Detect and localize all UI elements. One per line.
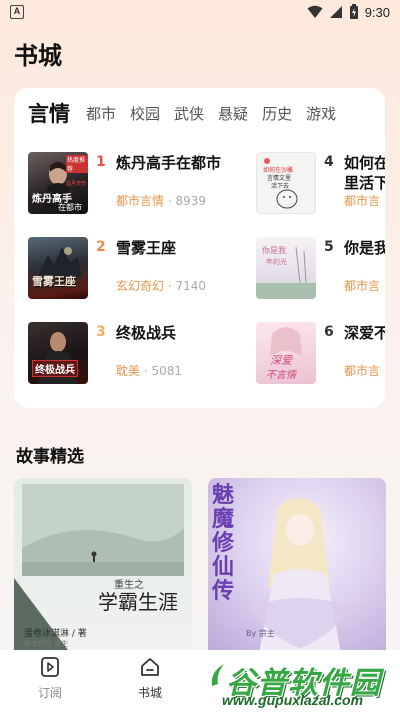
book-title-line2: 里活下 [344, 174, 385, 192]
tab-xiaoyuan[interactable]: 校园 [130, 102, 160, 126]
story-cover: 魅魔修仙传 By 宗主 [208, 478, 386, 658]
book-cover: 你是我 年的光 [256, 237, 316, 299]
tab-yanqing[interactable]: 言情 [28, 102, 70, 126]
story-card[interactable]: 重生之 学霸生涯 蛋卷冰淇淋 / 著 都市情感 重生 [14, 478, 192, 658]
rank-number: 5 [324, 239, 334, 255]
book-title: 终极战兵 [116, 324, 177, 342]
book-item[interactable]: 你是我 年的光 5 你是我 都市言 [256, 237, 385, 299]
rank-number: 3 [96, 324, 106, 340]
tab-dushi[interactable]: 都市 [86, 102, 116, 126]
book-meta: 都市言 [344, 194, 381, 208]
ranking-card: 言情 都市 校园 武侠 悬疑 历史 游戏 热度推荐 炼丹高手 在都市 血月天伤 … [14, 88, 385, 408]
page-title: 书城 [14, 42, 62, 70]
book-title: 你是我 [344, 239, 385, 257]
rank-number: 1 [96, 154, 106, 170]
book-cover: 热度推荐 炼丹高手 在都市 血月天伤 [28, 152, 88, 214]
battery-icon [349, 4, 358, 19]
book-cover: 深爱 不言情 [256, 322, 316, 384]
book-cover: 雪雾王座 [28, 237, 88, 299]
book-title: 炼丹高手在都市 [116, 154, 222, 172]
nav-bookstore[interactable]: 书城 [120, 656, 180, 701]
book-item[interactable]: 深爱 不言情 6 深爱不 都市言 [256, 322, 385, 384]
tab-youxi[interactable]: 游戏 [306, 102, 336, 126]
bookmark-icon [41, 657, 59, 677]
book-meta: 都市言 [344, 364, 381, 378]
book-item[interactable]: 热度推荐 炼丹高手 在都市 血月天伤 1 炼丹高手在都市 都市言情 · 8939 [28, 152, 228, 214]
clock: 9:30 [364, 4, 390, 20]
book-cover: 如何在沙雕 言情文里 活下去 [256, 152, 316, 214]
section-title: 故事精选 [16, 447, 84, 467]
rank-number: 4 [324, 154, 334, 170]
tab-lishi[interactable]: 历史 [262, 102, 292, 126]
book-title: 如何在 [344, 154, 385, 172]
rank-number: 6 [324, 324, 334, 340]
signal-icon [329, 6, 342, 18]
nav-subscribe[interactable]: 订阅 [20, 656, 80, 701]
book-title: 雪雾王座 [116, 239, 177, 257]
category-tabs: 言情 都市 校园 武侠 悬疑 历史 游戏 [28, 102, 350, 126]
story-card[interactable]: 魅魔修仙传 By 宗主 [208, 478, 386, 658]
wifi-icon [307, 5, 323, 18]
book-item[interactable]: 终极战兵 3 终极战兵 耽美 · 5081 [28, 322, 228, 384]
cover-badge: 热度推荐 [66, 155, 88, 173]
book-meta: 都市言 [344, 279, 381, 293]
tab-wuxia[interactable]: 武侠 [174, 102, 204, 126]
watermark-logo: 谷普软件园 www.gupuxlazal.com [208, 658, 398, 710]
book-item[interactable]: 如何在沙雕 言情文里 活下去 4 如何在 里活下 都市言 [256, 152, 385, 214]
book-title: 深爱不 [344, 324, 385, 342]
book-item[interactable]: 雪雾王座 2 雪雾王座 玄幻奇幻 · 7140 [28, 237, 228, 299]
tab-xuanyi[interactable]: 悬疑 [218, 102, 248, 126]
home-icon [141, 658, 159, 676]
watermark-swoosh-icon [211, 664, 224, 686]
status-icons: 9:30 [307, 3, 390, 21]
book-cover: 终极战兵 [28, 322, 88, 384]
story-cover: 重生之 学霸生涯 蛋卷冰淇淋 / 著 都市情感 重生 [14, 478, 192, 658]
app-notification-icon: A [10, 5, 24, 19]
status-bar: A 9:30 [0, 0, 400, 24]
book-meta: 耽美 · 5081 [116, 364, 183, 378]
rank-number: 2 [96, 239, 106, 255]
book-meta: 都市言情 · 8939 [116, 194, 207, 208]
book-meta: 玄幻奇幻 · 7140 [116, 279, 207, 293]
